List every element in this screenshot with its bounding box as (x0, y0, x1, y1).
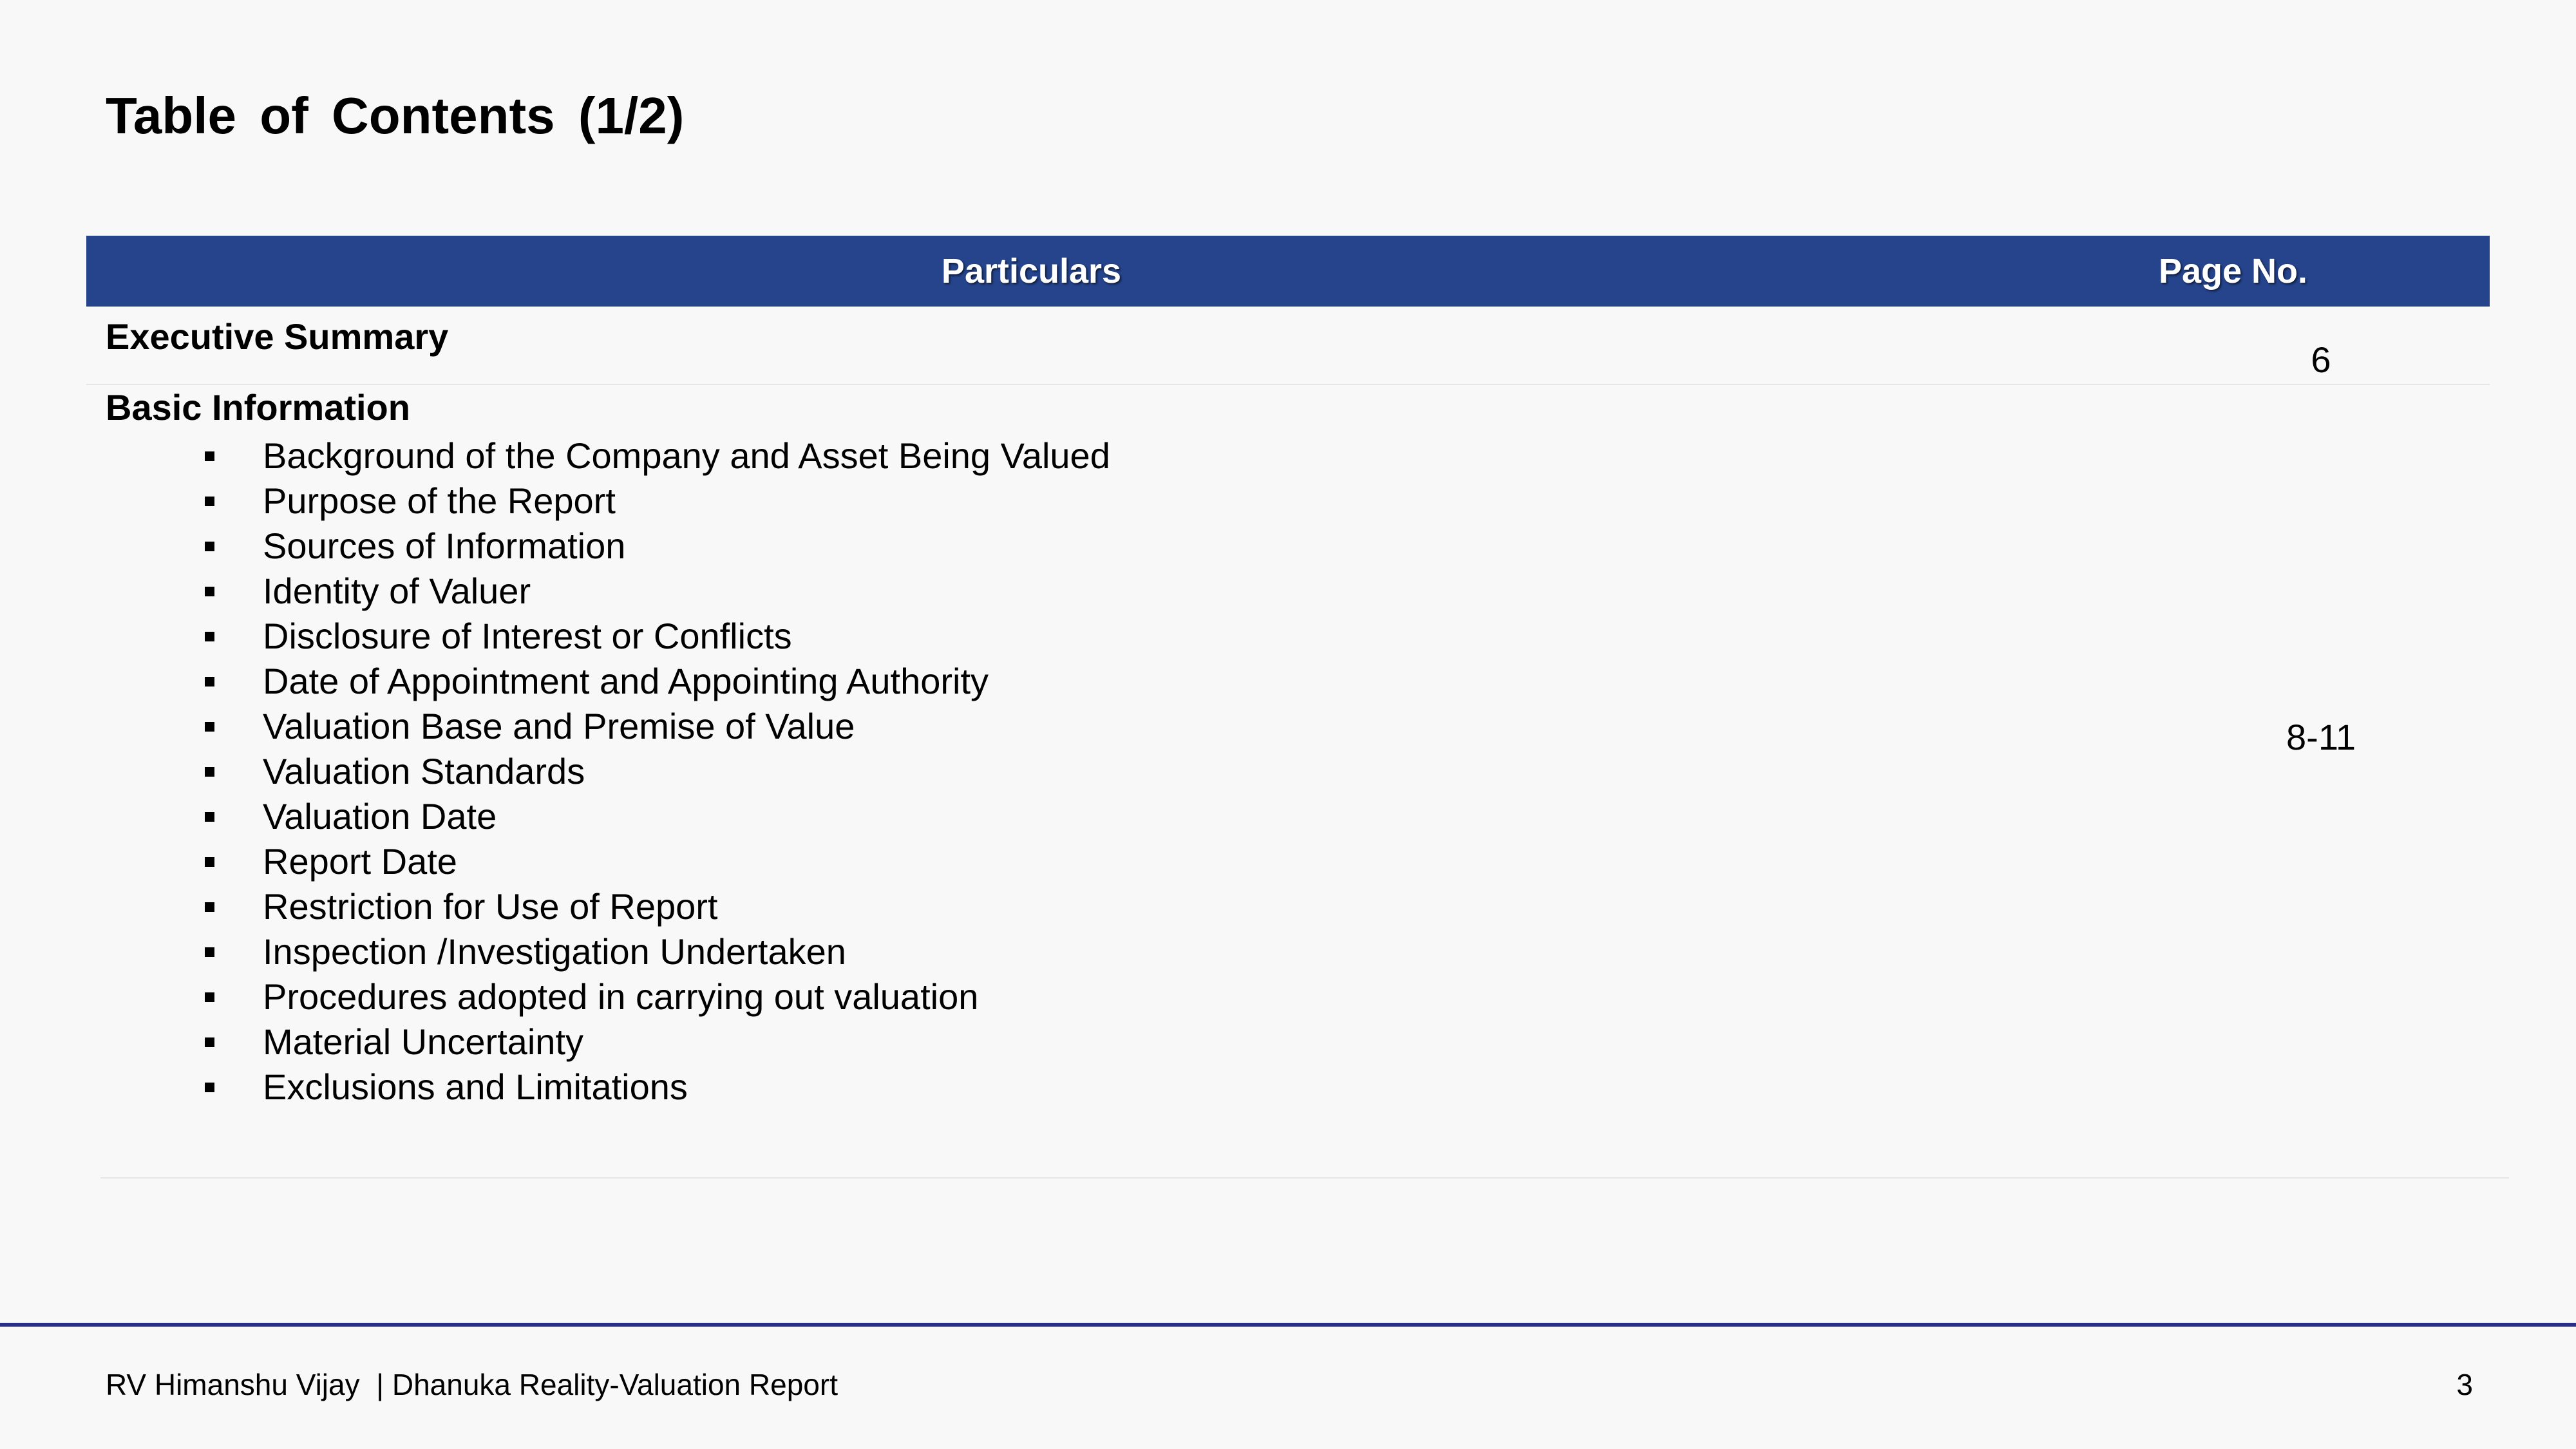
table-row-basic-information: Basic Information Background of the Comp… (100, 386, 2509, 1179)
list-item-label: Identity of Valuer (263, 571, 531, 611)
square-bullet-icon (205, 587, 214, 596)
list-item-label: Inspection /Investigation Undertaken (263, 931, 846, 972)
list-item-label: Material Uncertainty (263, 1021, 583, 1062)
square-bullet-icon (205, 677, 214, 687)
square-bullet-icon (205, 451, 214, 461)
square-bullet-icon (205, 542, 214, 551)
square-bullet-icon (205, 722, 214, 732)
page-number-executive-summary: 6 (2311, 339, 2331, 380)
square-bullet-icon (205, 992, 214, 1002)
square-bullet-icon (205, 902, 214, 912)
table-row-executive-summary: Executive Summary 6 (86, 307, 2490, 385)
square-bullet-icon (205, 497, 214, 506)
list-item-label: Date of Appointment and Appointing Autho… (263, 661, 989, 701)
list-item-label: Report Date (263, 841, 457, 882)
square-bullet-icon (205, 1037, 214, 1047)
section-heading-executive-summary: Executive Summary (106, 316, 449, 357)
square-bullet-icon (205, 857, 214, 867)
footer-page-number: 3 (2456, 1368, 2473, 1401)
footer-text: RV Himanshu Vijay | Dhanuka Reality-Valu… (106, 1368, 838, 1401)
list-item-label: Procedures adopted in carrying out valua… (263, 976, 979, 1017)
square-bullet-icon (205, 767, 214, 777)
list-item-label: Restriction for Use of Report (263, 886, 718, 927)
list-item-label: Valuation Date (263, 796, 497, 837)
square-bullet-icon (205, 632, 214, 641)
list-item-label: Disclosure of Interest or Conflicts (263, 616, 792, 656)
list-item-label: Background of the Company and Asset Bein… (263, 435, 1110, 476)
page-title: Table of Contents (1/2) (106, 87, 685, 144)
list-item-label: Purpose of the Report (263, 480, 616, 521)
list-item-label: Sources of Information (263, 526, 626, 566)
list-item-label: Valuation Base and Premise of Value (263, 706, 855, 746)
table-header: Particulars Page No. (86, 236, 2490, 307)
square-bullet-icon (205, 1083, 214, 1092)
list-item-label: Exclusions and Limitations (263, 1066, 688, 1107)
list-item-label: Valuation Standards (263, 751, 585, 791)
column-header-page-no: Page No. (2158, 252, 2308, 290)
page-number-basic-information: 8-11 (2286, 717, 2356, 757)
square-bullet-icon (205, 812, 214, 822)
section-heading-basic-information: Basic Information (106, 387, 410, 428)
footer-divider (0, 1323, 2576, 1327)
column-header-particulars: Particulars (941, 252, 1122, 290)
square-bullet-icon (205, 947, 214, 957)
